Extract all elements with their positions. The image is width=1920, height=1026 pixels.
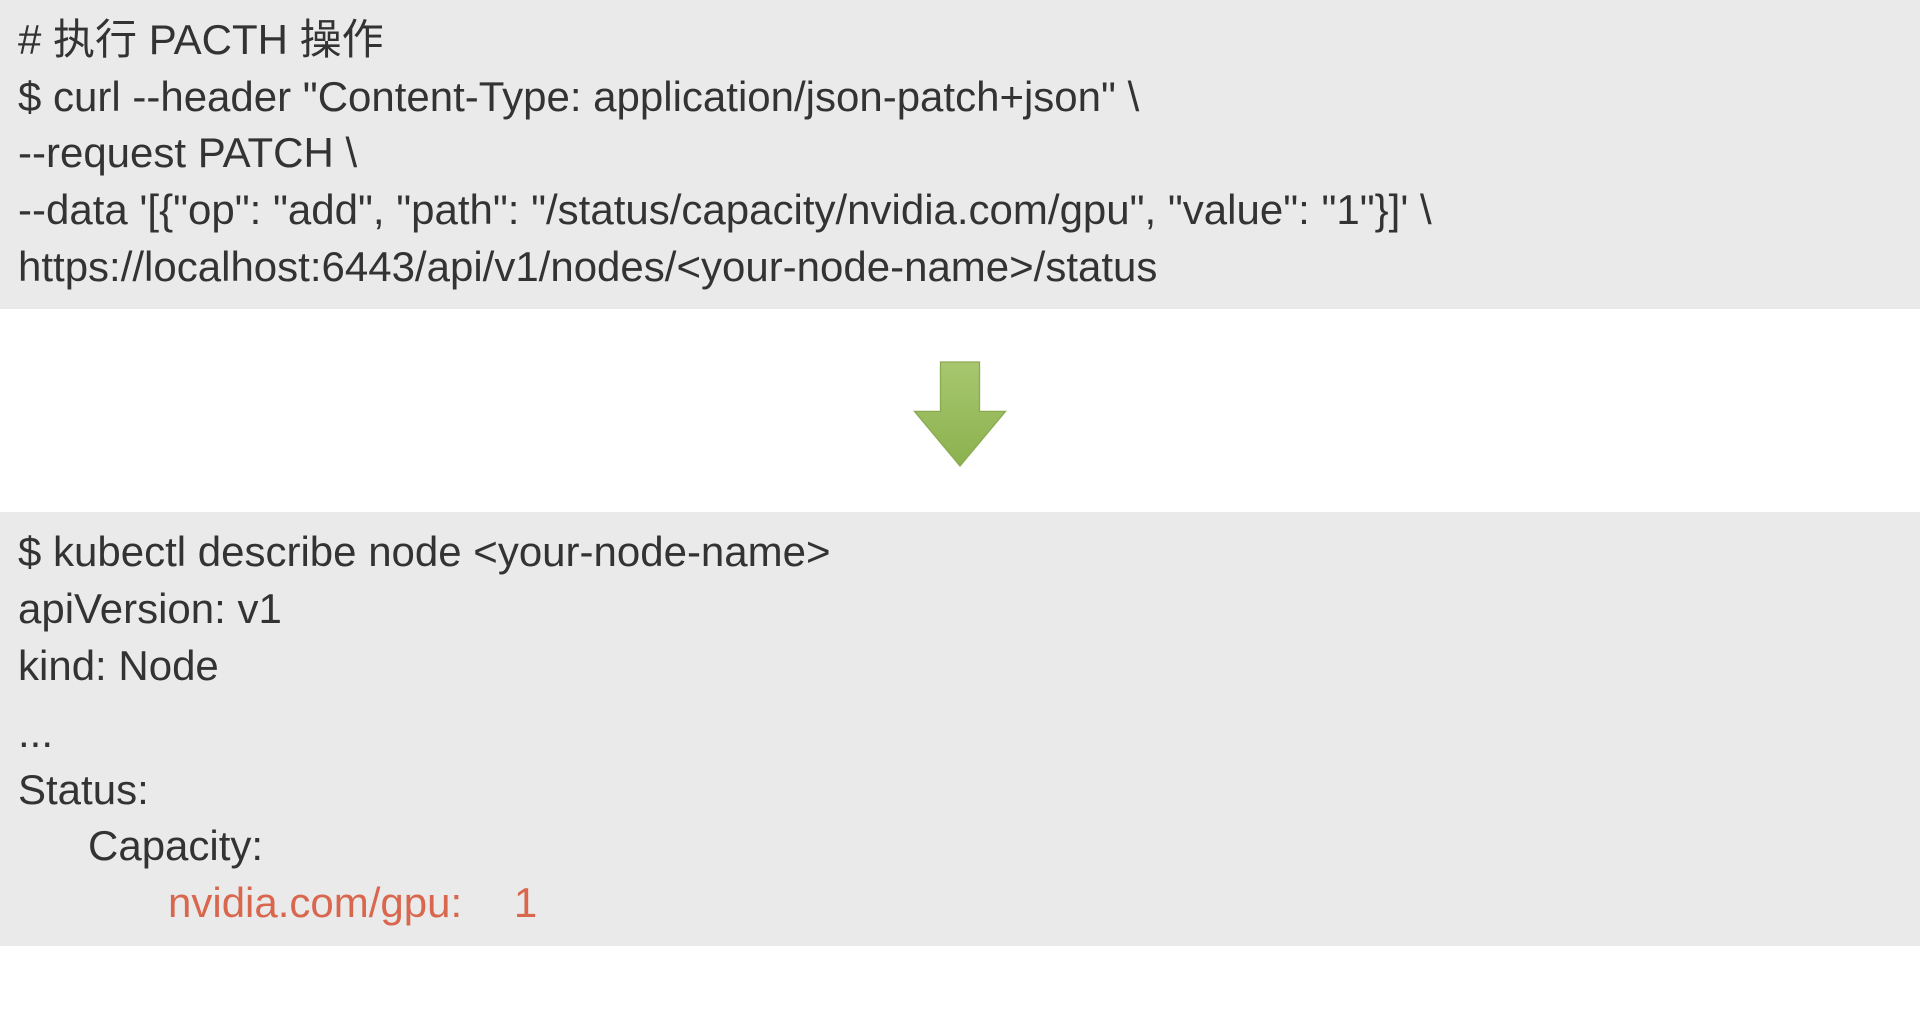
code-line: nvidia.com/gpu: 1 [18,875,1902,932]
capacity-value: 1 [514,879,537,926]
capacity-key: nvidia.com/gpu: [18,875,462,932]
code-line: $ kubectl describe node <your-node-name> [18,524,1902,581]
code-line: apiVersion: v1 [18,581,1902,638]
code-block-curl: # 执行 PACTH 操作 $ curl --header "Content-T… [0,0,1920,309]
code-line: # 执行 PACTH 操作 [18,12,1902,69]
arrow-down-icon [0,309,1920,512]
code-line: --data '[{"op": "add", "path": "/status/… [18,182,1902,239]
code-line: Capacity: [18,818,1902,875]
code-line: $ curl --header "Content-Type: applicati… [18,69,1902,126]
code-line: --request PATCH \ [18,125,1902,182]
code-line: https://localhost:6443/api/v1/nodes/<you… [18,239,1902,296]
code-block-kubectl: $ kubectl describe node <your-node-name>… [0,512,1920,945]
code-line: kind: Node [18,638,1902,695]
code-line: ... [18,705,1902,762]
code-line: Status: [18,762,1902,819]
code-text: Capacity: [18,818,263,875]
